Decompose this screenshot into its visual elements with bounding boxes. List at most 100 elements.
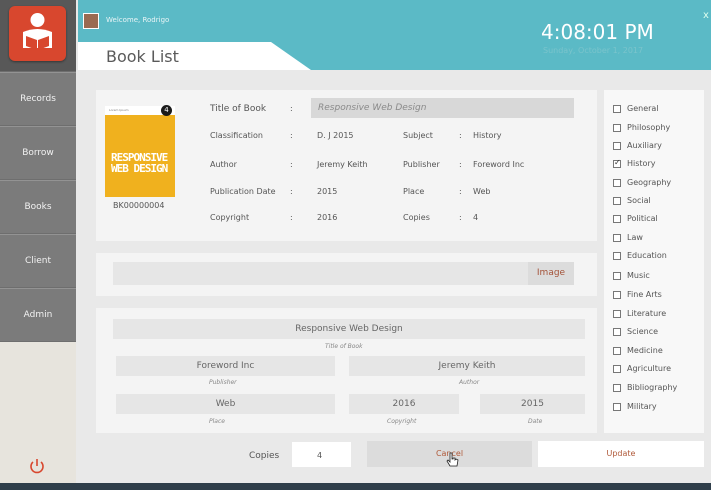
cover-title: RESPONSIVE WEB DESIGN <box>111 151 168 175</box>
date-caption: Date <box>528 418 543 425</box>
title-field[interactable]: Responsive Web Design <box>113 319 585 339</box>
power-icon[interactable] <box>26 455 48 477</box>
category-label: Social <box>627 196 651 205</box>
category-label: History <box>627 159 656 168</box>
sidebar-item-admin[interactable]: Admin <box>0 288 76 341</box>
category-label: Geography <box>627 178 672 187</box>
copies-label: Copies <box>403 213 430 222</box>
colon: : <box>459 187 462 196</box>
date-field[interactable]: 2015 <box>480 394 585 414</box>
author-label: Author <box>210 160 237 169</box>
category-label: Agriculture <box>627 364 671 373</box>
category-checkbox[interactable] <box>613 347 621 355</box>
colon: : <box>290 213 293 222</box>
app-logo <box>0 0 76 71</box>
place-field[interactable]: Web <box>116 394 335 414</box>
category-checkbox[interactable] <box>613 215 621 223</box>
classification-label: Classification <box>210 131 263 140</box>
copies-input-value: 4 <box>317 451 323 460</box>
sidebar-item-borrow[interactable]: Borrow <box>0 126 76 179</box>
category-label: Music <box>627 271 650 280</box>
sidebar-item-label: Borrow <box>22 148 54 158</box>
update-button[interactable]: Update <box>538 441 704 467</box>
classification-value: D. J 2015 <box>317 131 354 140</box>
author-field[interactable]: Jeremy Keith <box>349 356 585 376</box>
page-title: Book List <box>106 47 179 66</box>
welcome-text: Welcome, Rodrigo <box>106 16 170 24</box>
copyright-value: 2016 <box>317 213 338 222</box>
category-checkbox[interactable] <box>613 291 621 299</box>
taskbar-edge <box>0 483 711 490</box>
colon: : <box>459 213 462 222</box>
category-checkbox[interactable] <box>613 328 621 336</box>
copies-value: 4 <box>473 213 479 222</box>
category-checkbox[interactable] <box>613 384 621 392</box>
publisher-field[interactable]: Foreword Inc <box>116 356 335 376</box>
category-checkbox[interactable] <box>613 252 621 260</box>
reader-icon <box>9 6 66 61</box>
subject-label: Subject <box>403 131 433 140</box>
app-window: Welcome, Rodrigo 4:08:01 PM Sunday, Octo… <box>0 0 711 490</box>
category-label: Bibliography <box>627 383 678 392</box>
colon: : <box>290 131 293 140</box>
category-checkbox[interactable] <box>613 179 621 187</box>
image-button[interactable]: Image <box>528 262 574 285</box>
sidebar-item-client[interactable]: Client <box>0 234 76 287</box>
author-caption: Author <box>459 379 480 386</box>
category-checkbox[interactable]: ✓ <box>613 158 621 168</box>
place-value: Web <box>473 187 491 196</box>
title-value: Responsive Web Design <box>311 98 574 118</box>
sidebar-item-label: Client <box>24 256 52 266</box>
category-checkbox[interactable] <box>613 124 621 132</box>
copyright-field[interactable]: 2016 <box>349 394 459 414</box>
category-label: Science <box>627 327 659 336</box>
checkmark-icon: ✓ <box>614 158 621 167</box>
sidebar-item-label: Records <box>20 94 56 104</box>
colon: : <box>459 160 462 169</box>
publisher-label: Publisher <box>403 160 440 169</box>
sidebar-item-records[interactable]: Records <box>0 72 76 125</box>
category-label: General <box>627 104 659 113</box>
category-label: Law <box>627 233 643 242</box>
category-checkbox[interactable] <box>613 197 621 205</box>
place-label: Place <box>403 187 425 196</box>
category-checkbox[interactable] <box>613 105 621 113</box>
category-label: Political <box>627 214 658 223</box>
category-label: Education <box>627 251 667 260</box>
category-checkbox[interactable] <box>613 403 621 411</box>
author-value: Jeremy Keith <box>317 160 368 169</box>
title-caption: Title of Book <box>325 343 363 350</box>
category-checkbox[interactable] <box>613 234 621 242</box>
pubdate-value: 2015 <box>317 187 338 196</box>
title-label: Title of Book <box>210 104 267 114</box>
category-label: Auxiliary <box>627 141 662 150</box>
user-avatar <box>83 13 99 29</box>
category-checkbox[interactable] <box>613 310 621 318</box>
close-icon[interactable]: x <box>703 10 709 21</box>
colon: : <box>459 131 462 140</box>
copyright-label: Copyright <box>210 213 250 222</box>
category-checkbox[interactable] <box>613 365 621 373</box>
publisher-value: Foreword Inc <box>473 160 525 169</box>
image-path-input[interactable] <box>113 262 528 285</box>
copyright-caption: Copyright <box>387 418 417 425</box>
place-caption: Place <box>209 418 225 425</box>
category-label: Military <box>627 402 657 411</box>
category-checkbox[interactable] <box>613 142 621 150</box>
sidebar-item-books[interactable]: Books <box>0 180 76 233</box>
sidebar-item-label: Books <box>24 202 52 212</box>
category-label: Philosophy <box>627 123 671 132</box>
cursor-icon <box>446 452 459 467</box>
sidebar-item-label: Admin <box>23 310 53 320</box>
category-label: Medicine <box>627 346 663 355</box>
pubdate-label: Publication Date <box>210 187 276 196</box>
colon: : <box>290 187 293 196</box>
category-checkbox[interactable] <box>613 272 621 280</box>
copies-footer-label: Copies <box>249 451 280 461</box>
colon: : <box>290 160 293 169</box>
clock-date: Sunday, October 1, 2017 <box>543 46 644 55</box>
copies-badge: 4 <box>161 105 172 116</box>
category-label: Literature <box>627 309 667 318</box>
colon: : <box>290 104 293 113</box>
book-cover-image: Lorem Ipsum RESPONSIVE WEB DESIGN <box>105 106 175 197</box>
